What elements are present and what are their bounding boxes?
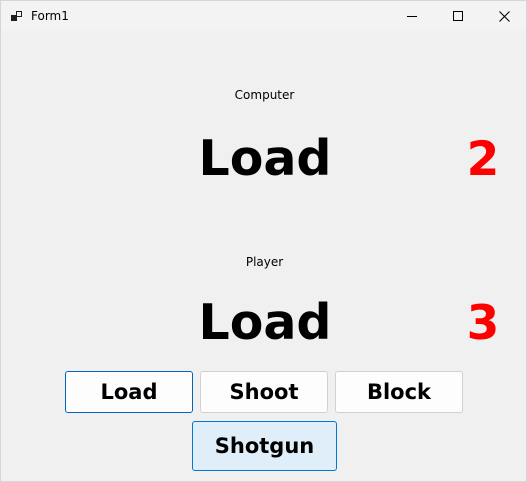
load-button[interactable]: Load: [65, 371, 193, 413]
shoot-button[interactable]: Shoot: [200, 371, 328, 413]
player-score: 3: [466, 296, 500, 351]
minimize-button[interactable]: [389, 1, 435, 31]
player-move: Load: [198, 294, 332, 351]
app-window: Form1 Computer Load 2 Player Load 3 Load…: [0, 0, 527, 482]
maximize-button[interactable]: [435, 1, 481, 31]
window-title: Form1: [31, 9, 69, 23]
computer-score: 2: [466, 132, 500, 187]
player-label: Player: [245, 255, 284, 269]
minimize-icon: [407, 16, 417, 17]
computer-label: Computer: [234, 88, 295, 102]
title-bar[interactable]: Form1: [1, 1, 526, 31]
block-button[interactable]: Block: [335, 371, 463, 413]
close-button[interactable]: [481, 1, 527, 31]
computer-move: Load: [198, 130, 332, 187]
maximize-icon: [453, 11, 463, 21]
close-icon: [498, 10, 510, 22]
shotgun-button[interactable]: Shotgun: [192, 421, 337, 471]
form-app-icon: [11, 11, 22, 21]
